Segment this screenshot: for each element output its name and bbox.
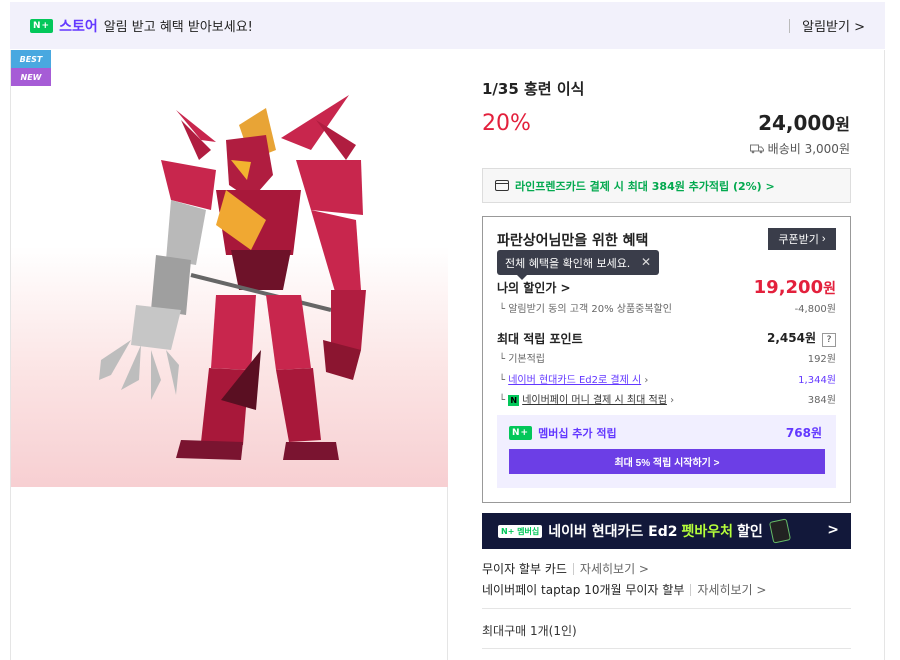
divider: [482, 648, 851, 649]
tooltip-text: 전체 혜택을 확인해 보세요.: [505, 256, 631, 270]
chevron-right-icon: ›: [644, 375, 649, 386]
installment-row-1: 무이자 할부 카드 자세히보기 >: [482, 560, 649, 577]
help-icon[interactable]: ?: [822, 333, 836, 347]
banner-text: 네이버 현대카드 Ed2: [548, 524, 678, 540]
divider: [482, 608, 851, 609]
card-promo-box[interactable]: 라인프렌즈카드 결제 시 최대 384원 추가적립 (2%) >: [482, 168, 851, 203]
my-discount-detail-row: └ 알림받기 동의 고객 20% 상품중복할인 -4,800원: [497, 300, 836, 315]
see-more-link[interactable]: 자세히보기 >: [580, 560, 649, 577]
product-page: N+ 스토어 알림 받고 혜택 받아보세요! 알림받기 > BEST NEW 1…: [0, 0, 900, 660]
basic-points-label: └ 기본적립: [499, 354, 546, 365]
chevron-right-icon: >: [827, 522, 839, 538]
nplus-logo-icon: N+: [30, 18, 54, 33]
benefits-tooltip: 전체 혜택을 확인해 보세요. ✕: [497, 250, 659, 280]
max-points-label: 최대 적립 포인트: [497, 331, 583, 346]
max-points-row: 최대 적립 포인트 2,454원?: [497, 329, 836, 347]
hyundai-points-row: └ 네이버 현대카드 Ed2로 결제 시 › 1,344원: [497, 371, 836, 386]
installment-label-1: 무이자 할부 카드: [482, 562, 567, 576]
banner-text-after: 할인: [737, 524, 763, 540]
alarm-message: 알림 받고 혜택 받아보세요!: [103, 20, 253, 35]
product-image-area: BEST NEW: [10, 50, 448, 660]
benefits-panel: 파란상어님만을 위한 혜택 쿠폰받기 › 전체 혜택을 확인해 보세요. ✕ 나…: [482, 216, 851, 503]
banner-highlight: 펫바우처: [681, 524, 734, 540]
hyundai-card-link[interactable]: 네이버 현대카드 Ed2로 결제 시: [508, 375, 641, 386]
discount-rate: 20%: [482, 111, 531, 136]
new-badge: NEW: [11, 68, 51, 86]
membership-tag: N+ 멤버십: [498, 524, 543, 538]
shipping-fee-text: 배송비 3,000원: [767, 142, 850, 156]
alarm-banner: N+ 스토어 알림 받고 혜택 받아보세요! 알림받기 >: [10, 2, 885, 49]
truck-icon: [749, 144, 764, 153]
get-coupon-label: 쿠폰받기: [778, 234, 819, 246]
close-icon[interactable]: ✕: [641, 255, 651, 269]
nplus-logo-icon: N+: [509, 426, 533, 440]
see-more-link[interactable]: 자세히보기 >: [697, 581, 766, 598]
hyundai-card-banner[interactable]: N+ 멤버십 네이버 현대카드 Ed2 펫바우처 할인 >: [482, 513, 851, 549]
my-discount-amount: 19,200: [753, 277, 824, 298]
product-price: 24,000원: [758, 111, 850, 135]
my-discount-detail-amount: -4,800원: [794, 304, 836, 315]
divider: [884, 50, 885, 660]
my-discount-unit: 원: [823, 281, 836, 297]
product-image[interactable]: [11, 50, 448, 487]
product-title: 1/35 홍련 이식: [482, 80, 585, 98]
my-discount-price: 19,200원: [754, 277, 836, 298]
get-coupon-button[interactable]: 쿠폰받기 ›: [768, 228, 836, 250]
max-points-value: 2,454원?: [767, 329, 836, 347]
benefits-title: 파란상어님만을 위한 혜택: [497, 233, 649, 249]
alarm-actions: 알림받기 >: [789, 16, 865, 35]
npay-points-label: └ N 네이버페이 머니 결제 시 최대 적립 ›: [499, 395, 675, 406]
chevron-right-icon: ›: [670, 395, 675, 406]
my-discount-label[interactable]: 나의 할인가 >: [497, 279, 571, 296]
alarm-subscribe-button[interactable]: 알림받기 >: [802, 16, 865, 35]
store-label: 스토어: [59, 18, 98, 35]
best-badge: BEST: [11, 50, 51, 68]
price-amount: 24,000: [758, 111, 836, 135]
divider: [690, 583, 692, 596]
basic-points-row: └ 기본적립 192원: [497, 350, 836, 365]
divider: [789, 18, 791, 33]
store-brand: N+ 스토어 알림 받고 혜택 받아보세요!: [30, 16, 253, 36]
divider: [572, 562, 574, 575]
my-discount-detail-label: └ 알림받기 동의 고객 20% 상품중복할인: [499, 304, 672, 315]
basic-points-amount: 192원: [807, 354, 836, 365]
shipping-fee: 배송비 3,000원: [749, 140, 850, 157]
membership-label: 멤버십 추가 적립: [538, 427, 617, 440]
membership-box: N+ 멤버십 추가 적립 768원 최대 5% 적립 시작하기 >: [497, 415, 836, 488]
start-membership-button[interactable]: 최대 5% 적립 시작하기 >: [509, 449, 825, 474]
my-discount-row: 나의 할인가 > 19,200원: [497, 277, 836, 298]
card-promo-text: 라인프렌즈카드 결제 시 최대 384원 추가적립 (2%) >: [515, 179, 775, 193]
hyundai-points-amount: 1,344원: [798, 375, 836, 386]
card-image-icon: [768, 518, 791, 544]
max-purchase: 최대구매 1개(1인): [482, 624, 577, 638]
installment-row-2: 네이버페이 taptap 10개월 무이자 할부 자세히보기 >: [482, 581, 766, 598]
npay-points-row: └ N 네이버페이 머니 결제 시 최대 적립 › 384원: [497, 391, 836, 406]
chevron-right-icon: ›: [821, 233, 826, 245]
hyundai-points-label: └ 네이버 현대카드 Ed2로 결제 시 ›: [499, 375, 649, 386]
naverpay-icon: N: [508, 395, 520, 406]
membership-amount: 768원: [785, 426, 822, 440]
installment-label-2: 네이버페이 taptap 10개월 무이자 할부: [482, 583, 685, 597]
price-unit: 원: [835, 115, 850, 134]
membership-header: N+ 멤버십 추가 적립: [509, 425, 617, 441]
npay-money-link[interactable]: 네이버페이 머니 결제 시 최대 적립: [522, 395, 667, 406]
credit-card-icon: [495, 180, 509, 191]
robot-figure-icon: [99, 95, 366, 460]
npay-points-amount: 384원: [807, 395, 836, 406]
